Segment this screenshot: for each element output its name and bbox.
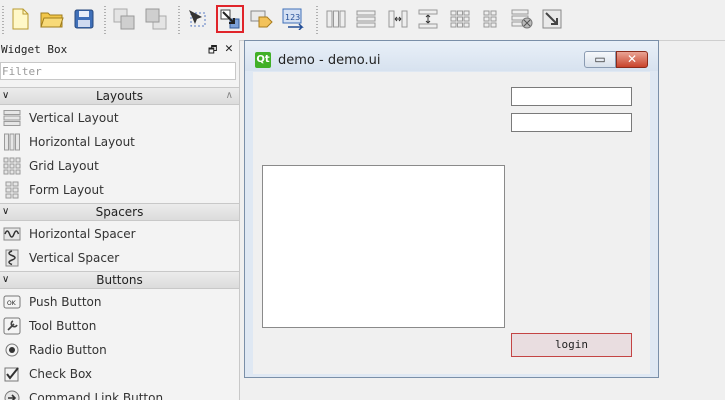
form-window-titlebar[interactable]: Qt demo - demo.ui ▭ ✕ — [245, 41, 658, 71]
widget-horizontal-spacer[interactable]: Horizontal Spacer — [0, 222, 239, 246]
close-panel-icon[interactable]: ✕ — [225, 41, 233, 56]
category-layouts[interactable]: ∨ Layouts ∧ — [0, 87, 239, 105]
radio-button-icon — [5, 343, 19, 357]
open-folder-icon[interactable] — [38, 5, 66, 33]
widget-label: Push Button — [29, 295, 102, 309]
toolbar-separator — [2, 6, 4, 34]
widget-horizontal-layout[interactable]: Horizontal Layout — [0, 130, 239, 154]
widget-label: Tool Button — [29, 319, 97, 333]
main-toolbar: 123 — [0, 0, 725, 41]
check-box-icon — [4, 367, 19, 382]
edit-signals-slots-icon[interactable]: 123 — [280, 5, 308, 33]
widget-filter-input[interactable] — [0, 62, 236, 80]
form-window[interactable]: Qt demo - demo.ui ▭ ✕ login — [244, 40, 659, 378]
category-label: Spacers — [95, 205, 144, 219]
category-label: Layouts — [95, 89, 144, 103]
push-button-icon-text: OK — [7, 300, 17, 307]
scroll-up-icon[interactable]: ∧ — [226, 88, 233, 104]
widget-label: Vertical Layout — [29, 111, 119, 125]
category-buttons[interactable]: ∨ Buttons — [0, 271, 239, 289]
break-layout-icon[interactable] — [508, 5, 536, 33]
category-label: Buttons — [96, 273, 143, 287]
widget-vertical-layout[interactable]: Vertical Layout — [0, 106, 239, 130]
widget-radio-button[interactable]: Radio Button — [0, 338, 239, 362]
widget-label: Command Link Button — [29, 391, 164, 400]
send-to-back-icon[interactable] — [110, 5, 138, 33]
username-line-edit[interactable] — [511, 87, 632, 106]
horizontal-splitter-icon[interactable] — [384, 5, 412, 33]
edit-widgets-icon[interactable] — [184, 5, 212, 33]
form-window-title: demo - demo.ui — [278, 53, 381, 68]
widget-command-link-button[interactable]: Command Link Button — [0, 386, 239, 400]
widget-grid-layout[interactable]: Grid Layout — [0, 154, 239, 178]
widget-box-titlebar: Widget Box 🗗 ✕ — [0, 40, 239, 60]
form-layout-icon[interactable] — [476, 5, 504, 33]
login-button[interactable]: login — [511, 333, 632, 357]
adjust-size-icon[interactable] — [538, 5, 566, 33]
toolbar-separator — [104, 6, 106, 34]
widget-label: Vertical Spacer — [29, 251, 120, 265]
widget-check-box[interactable]: Check Box — [0, 362, 239, 386]
password-line-edit[interactable] — [511, 113, 632, 132]
grid-layout-icon — [3, 157, 21, 175]
push-button-icon: OK — [3, 295, 21, 309]
widget-label: Check Box — [29, 367, 93, 381]
category-expand-icon: ∨ — [2, 206, 10, 217]
toolbar-separator — [316, 6, 318, 34]
tool-button-icon — [3, 317, 21, 335]
category-spacers[interactable]: ∨ Spacers — [0, 203, 239, 221]
toolbar-separator — [178, 6, 180, 34]
widget-form-layout[interactable]: Form Layout — [0, 178, 239, 202]
text-edit-area[interactable] — [262, 165, 505, 328]
form-canvas[interactable]: login — [253, 72, 650, 374]
horizontal-spacer-icon — [3, 227, 21, 241]
close-button[interactable]: ✕ — [616, 51, 648, 68]
layout-horizontally-icon[interactable] — [322, 5, 350, 33]
category-expand-icon: ∨ — [2, 274, 10, 285]
widget-label: Form Layout — [29, 183, 104, 197]
vertical-layout-icon — [3, 110, 21, 126]
widget-vertical-spacer[interactable]: Vertical Spacer — [0, 246, 239, 270]
float-panel-icon[interactable]: 🗗 — [208, 43, 217, 60]
widget-label: Grid Layout — [29, 159, 99, 173]
widget-box-panel: Widget Box 🗗 ✕ ∨ Layouts ∧ Vertical Layo… — [0, 40, 240, 400]
vertical-spacer-icon — [5, 249, 19, 267]
widget-box-title: Widget Box — [1, 43, 68, 56]
save-icon[interactable] — [70, 5, 98, 33]
widget-label: Horizontal Spacer — [29, 227, 136, 241]
layout-vertically-icon[interactable] — [352, 5, 380, 33]
widget-tool-button[interactable]: Tool Button — [0, 314, 239, 338]
vertical-splitter-icon[interactable] — [414, 5, 442, 33]
minimize-button[interactable]: ▭ — [584, 51, 616, 68]
qt-logo-icon: Qt — [255, 52, 271, 68]
new-file-icon[interactable] — [6, 5, 34, 33]
form-layout-icon — [5, 181, 19, 199]
bring-to-front-icon[interactable] — [142, 5, 170, 33]
category-expand-icon: ∨ — [2, 90, 10, 101]
spacer-icon-text: 123 — [285, 13, 300, 22]
edit-buddies-icon[interactable] — [216, 5, 244, 33]
command-link-icon — [4, 390, 20, 400]
edit-tab-order-icon[interactable] — [248, 5, 276, 33]
widget-label: Radio Button — [29, 343, 107, 357]
widget-push-button[interactable]: OK Push Button — [0, 290, 239, 314]
widget-label: Horizontal Layout — [29, 135, 135, 149]
horizontal-layout-icon — [4, 133, 20, 151]
grid-layout-icon[interactable] — [446, 5, 474, 33]
